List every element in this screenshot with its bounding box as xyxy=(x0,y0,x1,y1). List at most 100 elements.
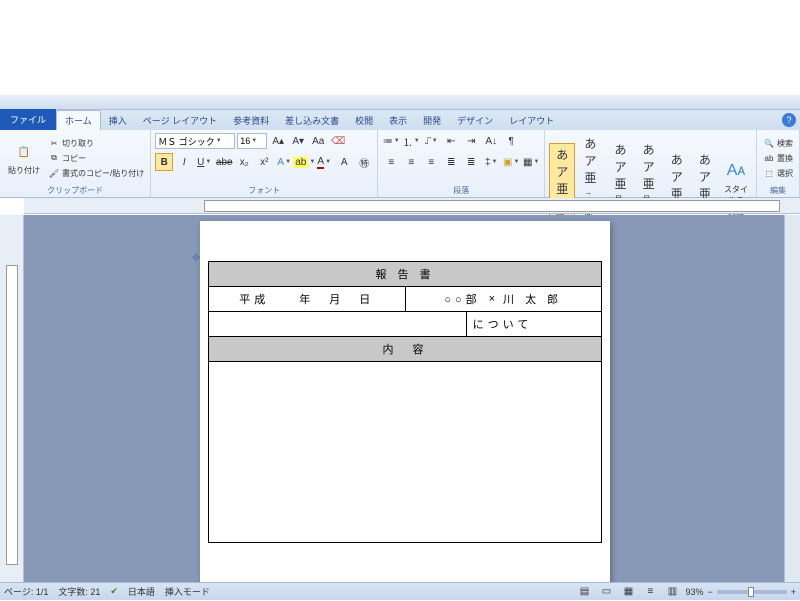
ruler-vertical[interactable] xyxy=(0,215,24,582)
find-label: 検索 xyxy=(777,138,793,149)
status-lang[interactable]: 日本語 xyxy=(128,585,155,598)
font-size-value: 16 xyxy=(240,136,250,146)
shrink-font-button[interactable]: A▾ xyxy=(289,132,307,150)
change-case-button[interactable]: Aa xyxy=(309,132,327,150)
chevron-down-icon: ▼ xyxy=(216,138,222,144)
bullets-button[interactable]: ≔▼ xyxy=(382,132,400,150)
chevron-down-icon: ▼ xyxy=(251,138,257,144)
distribute-button[interactable]: ≣ xyxy=(462,153,480,171)
ruler-scale xyxy=(204,200,780,212)
tab-view[interactable]: 表示 xyxy=(381,111,415,130)
underline-button[interactable]: U▼ xyxy=(195,153,213,171)
view-outline-button[interactable]: ≡ xyxy=(641,583,659,601)
tab-insert[interactable]: 挿入 xyxy=(101,111,135,130)
font-name-value: ＭＳ ゴシック xyxy=(158,135,215,148)
highlight-button[interactable]: ab▼ xyxy=(295,153,313,171)
zoom-slider[interactable] xyxy=(717,590,787,594)
title-cell[interactable]: 報 告 書 xyxy=(209,262,601,286)
clear-format-button[interactable]: ⌫ xyxy=(329,132,347,150)
tab-mailings[interactable]: 差し込み文書 xyxy=(277,111,347,130)
enclose-char-button[interactable]: ㊕ xyxy=(355,153,373,171)
group-font: ＭＳ ゴシック▼ 16▼ A▴ A▾ Aa ⌫ B I U▼ abe x₂ x²… xyxy=(151,130,378,197)
about-cell[interactable]: について xyxy=(467,312,601,336)
shading-button[interactable]: ▣▼ xyxy=(502,153,520,171)
ruler-horizontal[interactable] xyxy=(24,198,800,214)
change-styles-icon: Aᴀ xyxy=(724,159,748,183)
cut-label: 切り取り xyxy=(62,138,94,149)
sort-button[interactable]: A↓ xyxy=(482,132,500,150)
tab-table-layout[interactable]: レイアウト xyxy=(501,111,562,130)
content-hdr-cell[interactable]: 内 容 xyxy=(209,337,601,361)
view-read-button[interactable]: ▭ xyxy=(597,583,615,601)
tab-design[interactable]: デザイン xyxy=(449,111,501,130)
zoom-thumb[interactable] xyxy=(748,587,754,597)
search-icon: 🔍 xyxy=(763,137,775,149)
tab-developer[interactable]: 開発 xyxy=(415,111,449,130)
justify-button[interactable]: ≣ xyxy=(442,153,460,171)
tab-file[interactable]: ファイル xyxy=(0,109,56,130)
page[interactable]: 報 告 書 平成 年 月 日 ○○部 × 川 太 郎 について 内 容 xyxy=(200,221,610,582)
increase-indent-button[interactable]: ⇥ xyxy=(462,132,480,150)
subscript-button[interactable]: x₂ xyxy=(235,153,253,171)
group-editing-label: 編集 xyxy=(761,184,795,197)
name-text: 川 太 郎 xyxy=(503,291,562,307)
zoom-out-button[interactable]: − xyxy=(707,587,712,597)
view-web-button[interactable]: ▦ xyxy=(619,583,637,601)
format-painter-label: 書式のコピー/貼り付け xyxy=(62,168,144,179)
zoom-in-button[interactable]: + xyxy=(791,587,796,597)
group-styles: あア亜→ 標準あア亜→ 行間詰めあア亜見出し 1あア亜見出し 2あア亜表題あア亜… xyxy=(545,130,757,197)
copy-button[interactable]: ⧉コピー xyxy=(46,151,146,165)
text-effects-button[interactable]: A▼ xyxy=(275,153,293,171)
select-button[interactable]: ⬚選択 xyxy=(761,166,795,180)
subject-cell[interactable] xyxy=(209,312,467,336)
multilevel-button[interactable]: ⑀▼ xyxy=(422,132,440,150)
window-titlebar xyxy=(0,95,800,110)
font-color-button[interactable]: A▼ xyxy=(315,153,333,171)
bold-button[interactable]: B xyxy=(155,153,173,171)
status-page[interactable]: ページ: 1/1 xyxy=(4,585,48,598)
view-print-button[interactable]: ▤ xyxy=(575,583,593,601)
decrease-indent-button[interactable]: ⇤ xyxy=(442,132,460,150)
align-left-button[interactable]: ≡ xyxy=(382,153,400,171)
tab-references[interactable]: 参考資料 xyxy=(225,111,277,130)
cursor-icon: ⬚ xyxy=(763,167,775,179)
style-preview: あア亜 xyxy=(615,141,627,192)
align-right-button[interactable]: ≡ xyxy=(422,153,440,171)
content-body-cell[interactable] xyxy=(209,362,601,542)
group-paragraph: ≔▼ ⒈▼ ⑀▼ ⇤ ⇥ A↓ ¶ ≡ ≡ ≡ ≣ ≣ ‡▼ ▣▼ ▦▼ xyxy=(378,130,545,197)
author-cell[interactable]: ○○部 × 川 太 郎 xyxy=(406,287,602,311)
font-name-select[interactable]: ＭＳ ゴシック▼ xyxy=(155,133,235,149)
replace-icon: ab xyxy=(763,152,775,164)
format-painter-button[interactable]: 🖌書式のコピー/貼り付け xyxy=(46,166,146,180)
scrollbar-vertical[interactable] xyxy=(784,215,800,582)
status-mode[interactable]: 挿入モード xyxy=(165,585,210,598)
font-size-select[interactable]: 16▼ xyxy=(237,133,267,149)
zoom-value[interactable]: 93% xyxy=(685,587,703,597)
cut-button[interactable]: ✂切り取り xyxy=(46,136,146,150)
strike-button[interactable]: abe xyxy=(215,153,233,171)
char-shading-button[interactable]: A xyxy=(335,153,353,171)
view-draft-button[interactable]: ▥ xyxy=(663,583,681,601)
replace-button[interactable]: ab置換 xyxy=(761,151,795,165)
report-table[interactable]: 報 告 書 平成 年 月 日 ○○部 × 川 太 郎 について 内 容 xyxy=(208,261,602,543)
tab-page-layout[interactable]: ページ レイアウト xyxy=(135,111,225,130)
help-icon[interactable]: ? xyxy=(782,113,796,127)
date-cell[interactable]: 平成 年 月 日 xyxy=(209,287,406,311)
italic-button[interactable]: I xyxy=(175,153,193,171)
brush-icon: 🖌 xyxy=(48,167,60,179)
numbering-button[interactable]: ⒈▼ xyxy=(402,132,420,150)
tab-review[interactable]: 校閲 xyxy=(347,111,381,130)
style-preview: あア亜 xyxy=(584,135,598,186)
find-button[interactable]: 🔍検索 xyxy=(761,136,795,150)
ribbon-tabs: ファイル ホーム 挿入 ページ レイアウト 参考資料 差し込み文書 校閲 表示 … xyxy=(0,110,800,130)
grow-font-button[interactable]: A▴ xyxy=(269,132,287,150)
superscript-button[interactable]: x² xyxy=(255,153,273,171)
line-spacing-button[interactable]: ‡▼ xyxy=(482,153,500,171)
show-marks-button[interactable]: ¶ xyxy=(502,132,520,150)
paste-button[interactable]: 📋 貼り付け xyxy=(4,138,44,178)
align-center-button[interactable]: ≡ xyxy=(402,153,420,171)
status-proof-icon[interactable]: ✔ xyxy=(110,586,118,597)
borders-button[interactable]: ▦▼ xyxy=(522,153,540,171)
status-words[interactable]: 文字数: 21 xyxy=(58,585,100,598)
tab-home[interactable]: ホーム xyxy=(56,110,101,130)
